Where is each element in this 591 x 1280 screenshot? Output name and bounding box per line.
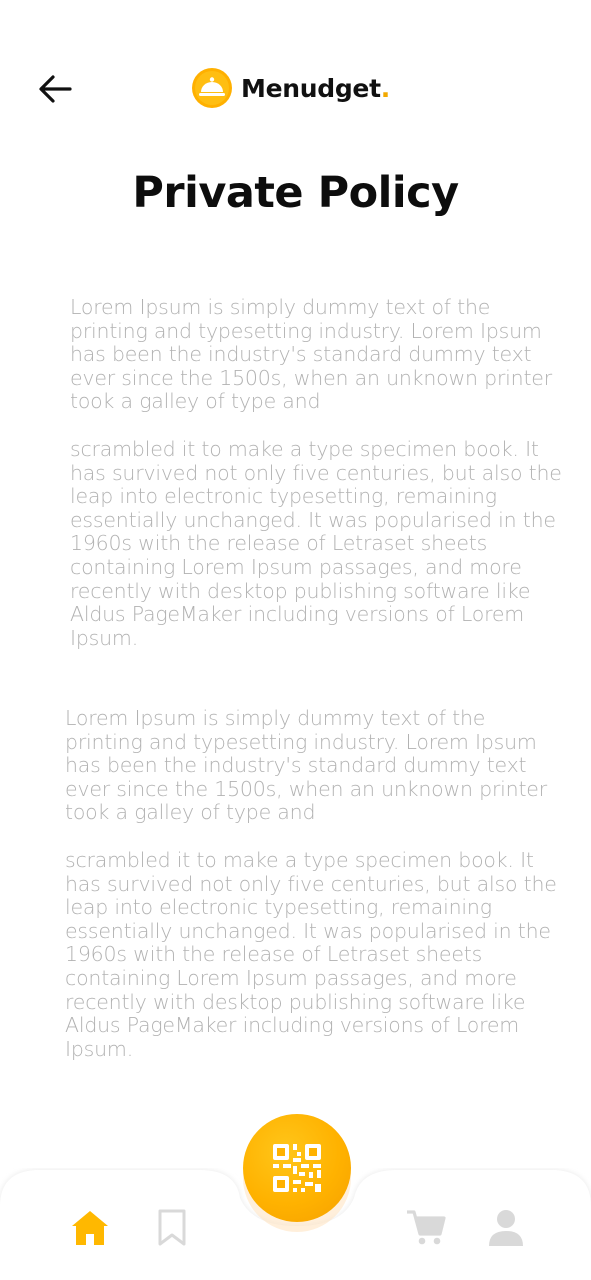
page-title: Private Policy [132,168,459,218]
brand-dot: . [380,73,391,103]
nav-profile[interactable] [484,1206,528,1250]
scan-qr-button[interactable] [243,1114,351,1222]
brand-logo: Menudget. [192,66,390,110]
bookmark-icon [158,1209,186,1246]
user-icon [489,1210,523,1246]
policy-paragraph: Lorem Ipsum is simply dummy text of the … [65,706,547,825]
brand-name: Menudget [241,73,381,103]
private-policy-screen: Menudget. Private Policy Lorem Ipsum is … [0,0,591,1280]
policy-paragraph: scrambled it to make a type specimen boo… [65,848,557,1061]
cart-icon [407,1210,446,1245]
qr-code-icon [273,1144,321,1192]
nav-bookmark[interactable] [150,1206,194,1250]
cloche-icon [192,68,232,108]
policy-paragraph: Lorem Ipsum is simply dummy text of the … [70,295,552,414]
nav-home[interactable] [68,1206,112,1250]
arrow-left-icon [39,75,72,103]
nav-cart[interactable] [404,1206,448,1250]
back-button[interactable] [34,68,76,110]
policy-paragraph: scrambled it to make a type specimen boo… [70,437,562,650]
home-icon [72,1211,108,1245]
